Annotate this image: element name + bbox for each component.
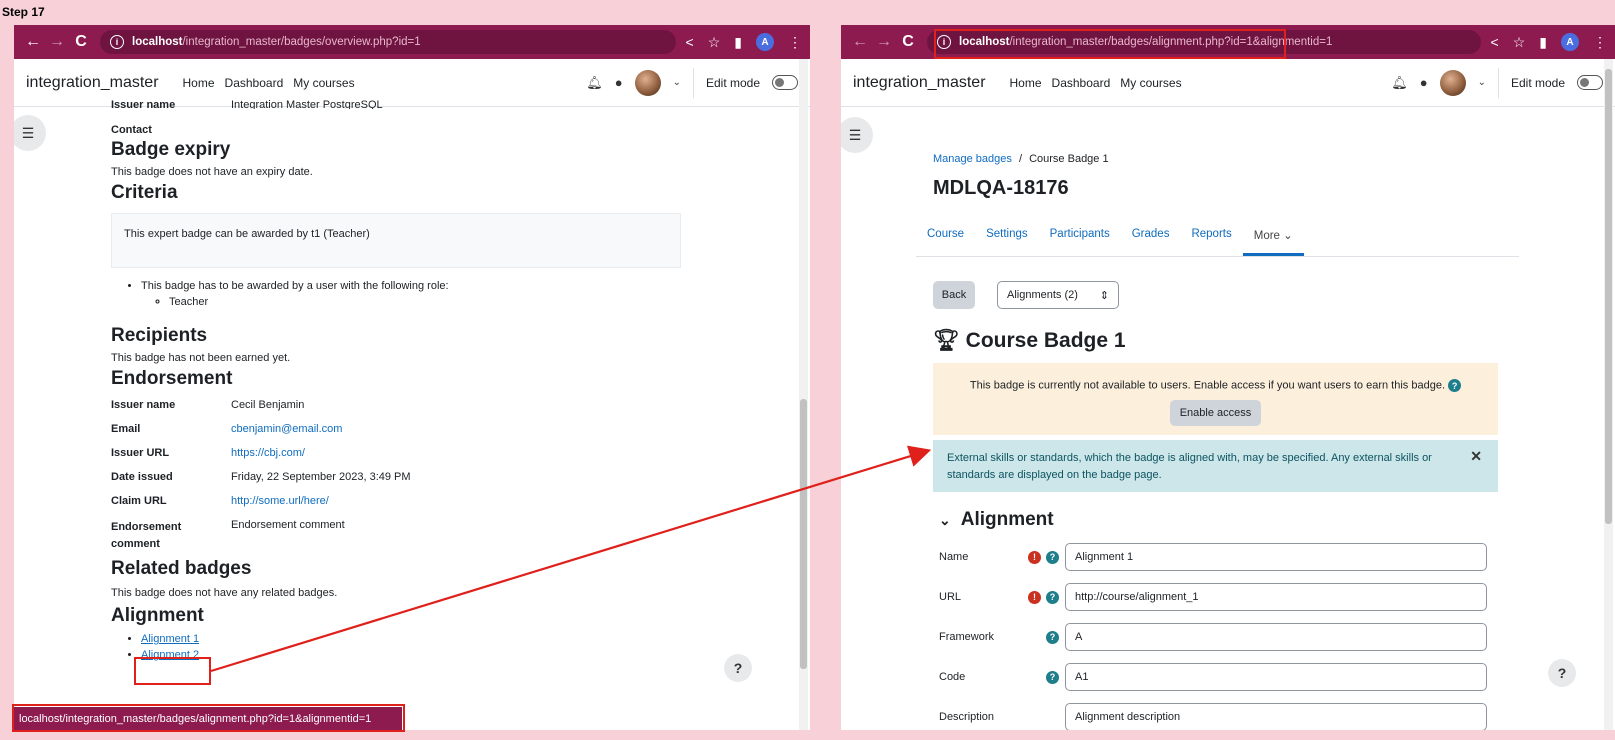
arrow-line — [210, 445, 932, 673]
annotation-arrow — [210, 445, 932, 673]
